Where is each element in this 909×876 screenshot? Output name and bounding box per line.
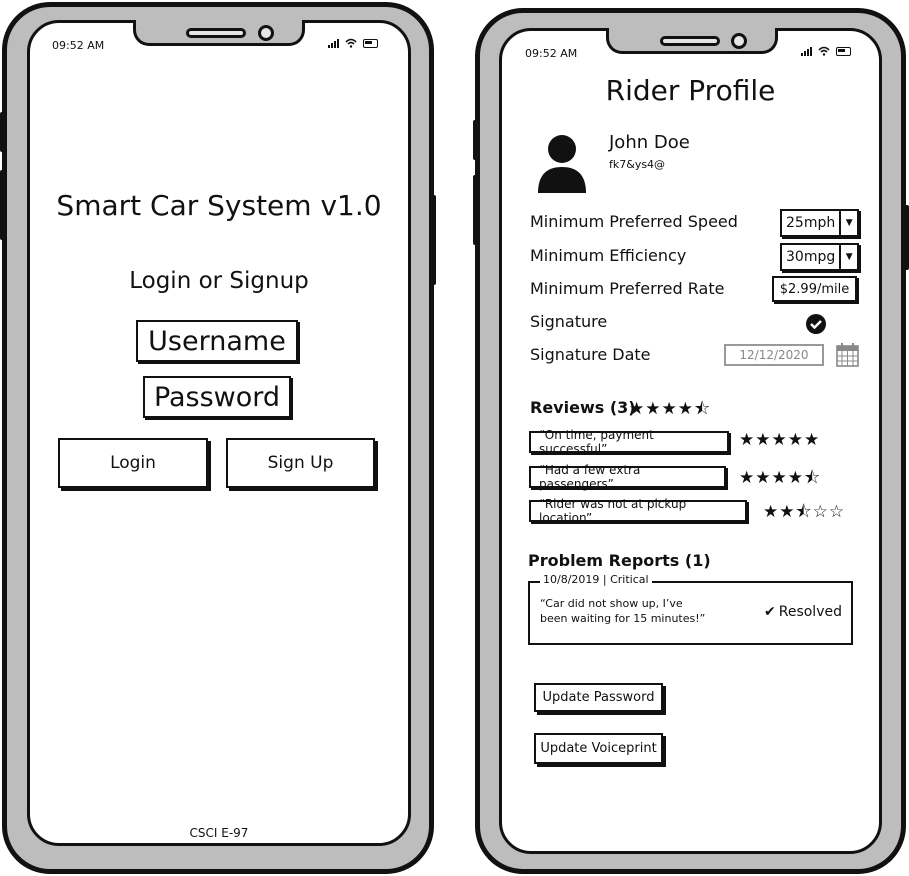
signature-label: Signature (530, 312, 608, 331)
update-password-button[interactable]: Update Password (534, 683, 663, 712)
problem-report-line-2: been waiting for 15 minutes!” (540, 612, 706, 625)
right-speaker (660, 36, 720, 46)
rate-field[interactable]: $2.99/mile (772, 276, 857, 302)
review-stars-1: ★★★★★ (739, 430, 821, 450)
reviews-heading: Reviews (3) (530, 398, 636, 417)
chevron-down-icon[interactable]: ▼ (839, 245, 857, 269)
overall-rating-stars: ★★★★⯪ (629, 399, 712, 419)
review-item-3: “Rider was not at pickup location” (529, 497, 747, 525)
speed-select-value: 25mph (786, 215, 836, 231)
battery-icon (363, 39, 378, 48)
left-status-icons (328, 38, 378, 48)
footer-course: CSCI E-97 (189, 826, 249, 840)
right-power-button (903, 205, 909, 270)
rate-label: Minimum Preferred Rate (530, 279, 725, 298)
update-voiceprint-button[interactable]: Update Voiceprint (534, 733, 663, 764)
problem-report-line-1: “Car did not show up, I’ve (540, 597, 683, 610)
efficiency-select-value: 30mpg (786, 249, 836, 265)
profile-title: Rider Profile (605, 74, 776, 107)
right-status-time: 09:52 AM (525, 47, 578, 60)
login-button[interactable]: Login (58, 438, 208, 488)
left-speaker (186, 28, 246, 38)
left-camera (258, 25, 274, 41)
username-field[interactable]: Username (136, 320, 298, 362)
problem-report-legend: 10/8/2019 | Critical (540, 573, 652, 586)
right-volume-down-button (473, 175, 479, 245)
password-field[interactable]: Password (143, 376, 291, 418)
signal-icon (328, 39, 339, 48)
problem-reports-heading: Problem Reports (1) (528, 551, 711, 570)
app-title: Smart Car System v1.0 (56, 189, 382, 222)
review-item-2: “Had a few extra passengers” (529, 463, 726, 491)
review-stars-2: ★★★★⯪ (739, 468, 822, 488)
login-subtitle: Login or Signup (129, 268, 309, 294)
speed-label: Minimum Preferred Speed (530, 212, 738, 231)
right-camera (731, 33, 747, 49)
chevron-down-icon[interactable]: ▼ (839, 211, 857, 235)
efficiency-label: Minimum Efficiency (530, 246, 687, 265)
left-status-time: 09:52 AM (52, 39, 105, 52)
speed-select[interactable]: 25mph ▼ (780, 209, 860, 237)
problem-status: ✔ Resolved (764, 604, 842, 620)
wifi-icon (818, 46, 830, 56)
signup-button[interactable]: Sign Up (226, 438, 375, 488)
wifi-icon (345, 38, 357, 48)
review-item-1: “On time, payment successful” (529, 428, 729, 456)
left-power-button (430, 195, 436, 285)
left-volume-down-button (0, 170, 6, 240)
review-stars-3: ★★⯪☆☆ (763, 502, 846, 522)
right-status-icons (801, 46, 851, 56)
left-screen (27, 20, 411, 846)
right-volume-button (473, 120, 479, 160)
signal-icon (801, 47, 812, 56)
check-icon: ✔ (764, 604, 776, 620)
signature-date-label: Signature Date (530, 345, 651, 364)
battery-icon (836, 47, 851, 56)
left-volume-button (0, 112, 6, 152)
calendar-icon[interactable] (836, 343, 859, 367)
signature-date-field[interactable]: 12/12/2020 (724, 344, 824, 366)
avatar-icon (538, 135, 586, 193)
user-id: fk7&ys4@ (609, 158, 666, 171)
problem-status-label: Resolved (778, 604, 842, 620)
efficiency-select[interactable]: 30mpg ▼ (780, 243, 860, 271)
user-name: John Doe (609, 132, 690, 153)
check-circle-icon (806, 314, 826, 334)
